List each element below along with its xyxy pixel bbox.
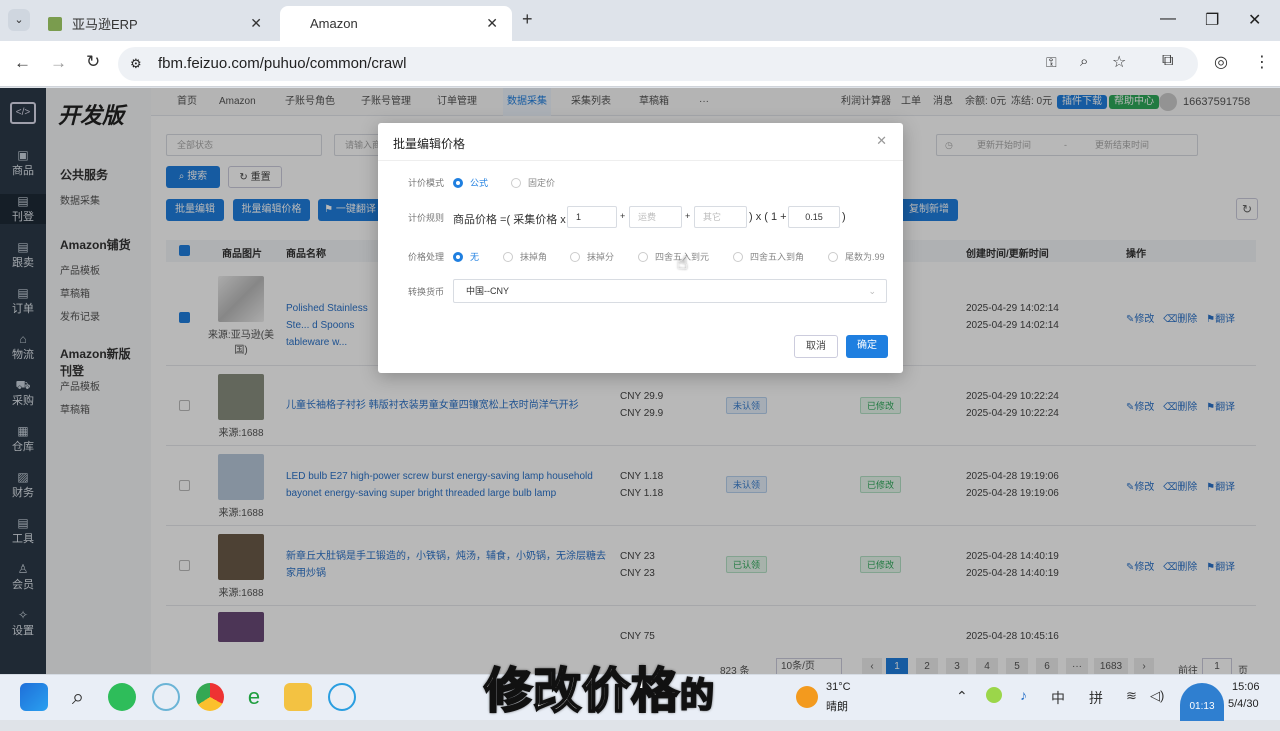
browser-menu-icon[interactable]: ⋮ [1254,52,1270,72]
other-input[interactable]: 其它 [694,206,747,228]
rule-prefix: 商品价格 =( 采集价格 x [453,214,566,226]
volume-icon[interactable]: ◁) [1150,688,1164,704]
recording-timer: 01:13 [1180,683,1224,721]
radio-label: 固定价 [528,178,556,188]
bookmark-star-icon[interactable]: ☆ [1112,52,1126,72]
shipping-input[interactable]: 运费 [629,206,682,228]
close-icon[interactable]: ✕ [876,133,887,149]
browser-tab-bar: ⌄ 亚马逊ERP ✕ Amazon ✕ + — ❐ ✕ [0,0,1280,41]
currency-value: 中国--CNY [466,286,509,296]
radio-round-yuan[interactable]: 四舍五入到元 [638,250,709,263]
subtitle-main: 修改价格 [483,664,681,719]
radio-fixed-price[interactable]: 固定价 [511,176,555,189]
folder-icon[interactable] [284,683,312,711]
radio-label: 尾数为.99 [845,252,885,262]
browser-tab-erp[interactable]: 亚马逊ERP ✕ [36,6,276,41]
back-icon[interactable]: ← [14,53,31,73]
currency-select[interactable]: 中国--CNY ⌄ [453,279,887,303]
weather-temp: 31°C [826,681,851,693]
ime-pinyin[interactable]: 拼 [1089,688,1103,708]
minimize-icon[interactable]: — [1160,10,1176,28]
tab-menu-button[interactable]: ⌄ [8,9,30,31]
radio-tail-99[interactable]: 尾数为.99 [828,250,885,263]
radio-label: 四舍五入到角 [750,252,805,262]
video-subtitle: 修改价格的 [483,651,716,721]
app-icon[interactable] [328,683,356,711]
subtitle-tail: 的 [679,676,716,716]
rule-middle: ) x ( 1 + [749,211,787,223]
radio-unchecked-icon [570,251,580,262]
radio-label: 抹掉角 [520,252,548,262]
dialog-divider [378,160,903,161]
rounding-label: 价格处理 [408,252,445,262]
radio-label: 无 [470,252,480,262]
radio-label: 公式 [470,178,489,188]
radio-unchecked-icon [511,177,521,188]
wechat-icon[interactable] [108,683,136,711]
start-icon[interactable] [20,683,48,711]
radio-checked-icon [453,251,463,262]
forward-icon[interactable]: → [50,53,67,73]
rate-input[interactable]: 0.15 [788,206,840,228]
mic-icon[interactable]: ♪ [1020,687,1027,703]
currency-label: 转换货币 [408,287,445,297]
close-tab-icon[interactable]: ✕ [486,15,498,32]
dialog-title: 批量编辑价格 [393,137,466,151]
rule-close-paren: ) [842,211,846,223]
radio-formula[interactable]: 公式 [453,176,488,189]
extensions-icon[interactable]: ⧉ [1162,52,1173,70]
ie-icon[interactable]: e [240,683,268,711]
address-bar-row: ← → ↻ ⚙ fbm.feizuo.com/puhuo/common/craw… [0,41,1280,87]
zoom-icon[interactable]: ⌕ [1080,53,1088,70]
bulk-price-dialog: 批量编辑价格 ✕ 计价模式 公式 固定价 计价规则 商品价格 =( 采集价格 x… [378,123,903,373]
pricing-rule-label: 计价规则 [408,213,445,223]
weather-desc: 晴朗 [826,701,848,713]
radio-unchecked-icon [503,251,513,262]
plus-sign-1: + [620,211,626,221]
url-text: fbm.feizuo.com/puhuo/common/crawl [158,55,407,72]
wifi-icon[interactable]: ≋ [1126,688,1137,704]
confirm-button[interactable]: 确定 [846,335,888,358]
key-icon[interactable]: ⚿ [1046,54,1057,71]
url-input[interactable]: ⚙ fbm.feizuo.com/puhuo/common/crawl [118,47,1198,81]
chrome-icon[interactable] [196,683,224,711]
radio-round-jiao[interactable]: 四舍五入到角 [733,250,804,263]
multiplier-input[interactable]: 1 [567,206,617,228]
tab-title: Amazon [310,16,358,31]
radio-label: 抹掉分 [587,252,615,262]
ime-mode[interactable]: 中 [1051,688,1065,708]
profile-icon[interactable]: ◎ [1214,52,1228,72]
close-tab-icon[interactable]: ✕ [250,15,262,32]
tray-expand-icon[interactable]: ⌃ [956,688,968,705]
close-window-icon[interactable]: ✕ [1248,10,1261,30]
radio-drop-fen[interactable]: 抹掉分 [570,250,614,263]
cloud-icon[interactable] [152,683,180,711]
tray-app-icon[interactable] [986,687,1002,703]
radio-rounding-none[interactable]: 无 [453,250,479,263]
tab-favicon-icon [48,16,62,31]
browser-tab-amazon[interactable]: Amazon ✕ [280,6,512,41]
radio-unchecked-icon [828,251,838,262]
new-tab-icon[interactable]: + [522,9,533,30]
search-icon[interactable]: ⌕ [64,683,92,711]
plus-sign-2: + [685,211,691,221]
radio-unchecked-icon [638,251,648,262]
radio-drop-jiao[interactable]: 抹掉角 [503,250,547,263]
site-info-icon[interactable]: ⚙ [130,47,142,81]
radio-checked-icon [453,177,463,188]
cancel-button[interactable]: 取消 [794,335,838,358]
tab-title: 亚马逊ERP [72,17,138,32]
weather-sun-icon [796,686,818,708]
clock-date: 5/4/30 [1228,698,1259,710]
radio-unchecked-icon [733,251,743,262]
reload-icon[interactable]: ↻ [86,52,100,72]
pricing-mode-label: 计价模式 [408,178,445,188]
chevron-down-icon: ⌄ [868,286,876,296]
clock-time: 15:06 [1232,681,1260,693]
hand-cursor-icon: ☝ [677,253,688,273]
restore-icon[interactable]: ❐ [1205,10,1219,30]
